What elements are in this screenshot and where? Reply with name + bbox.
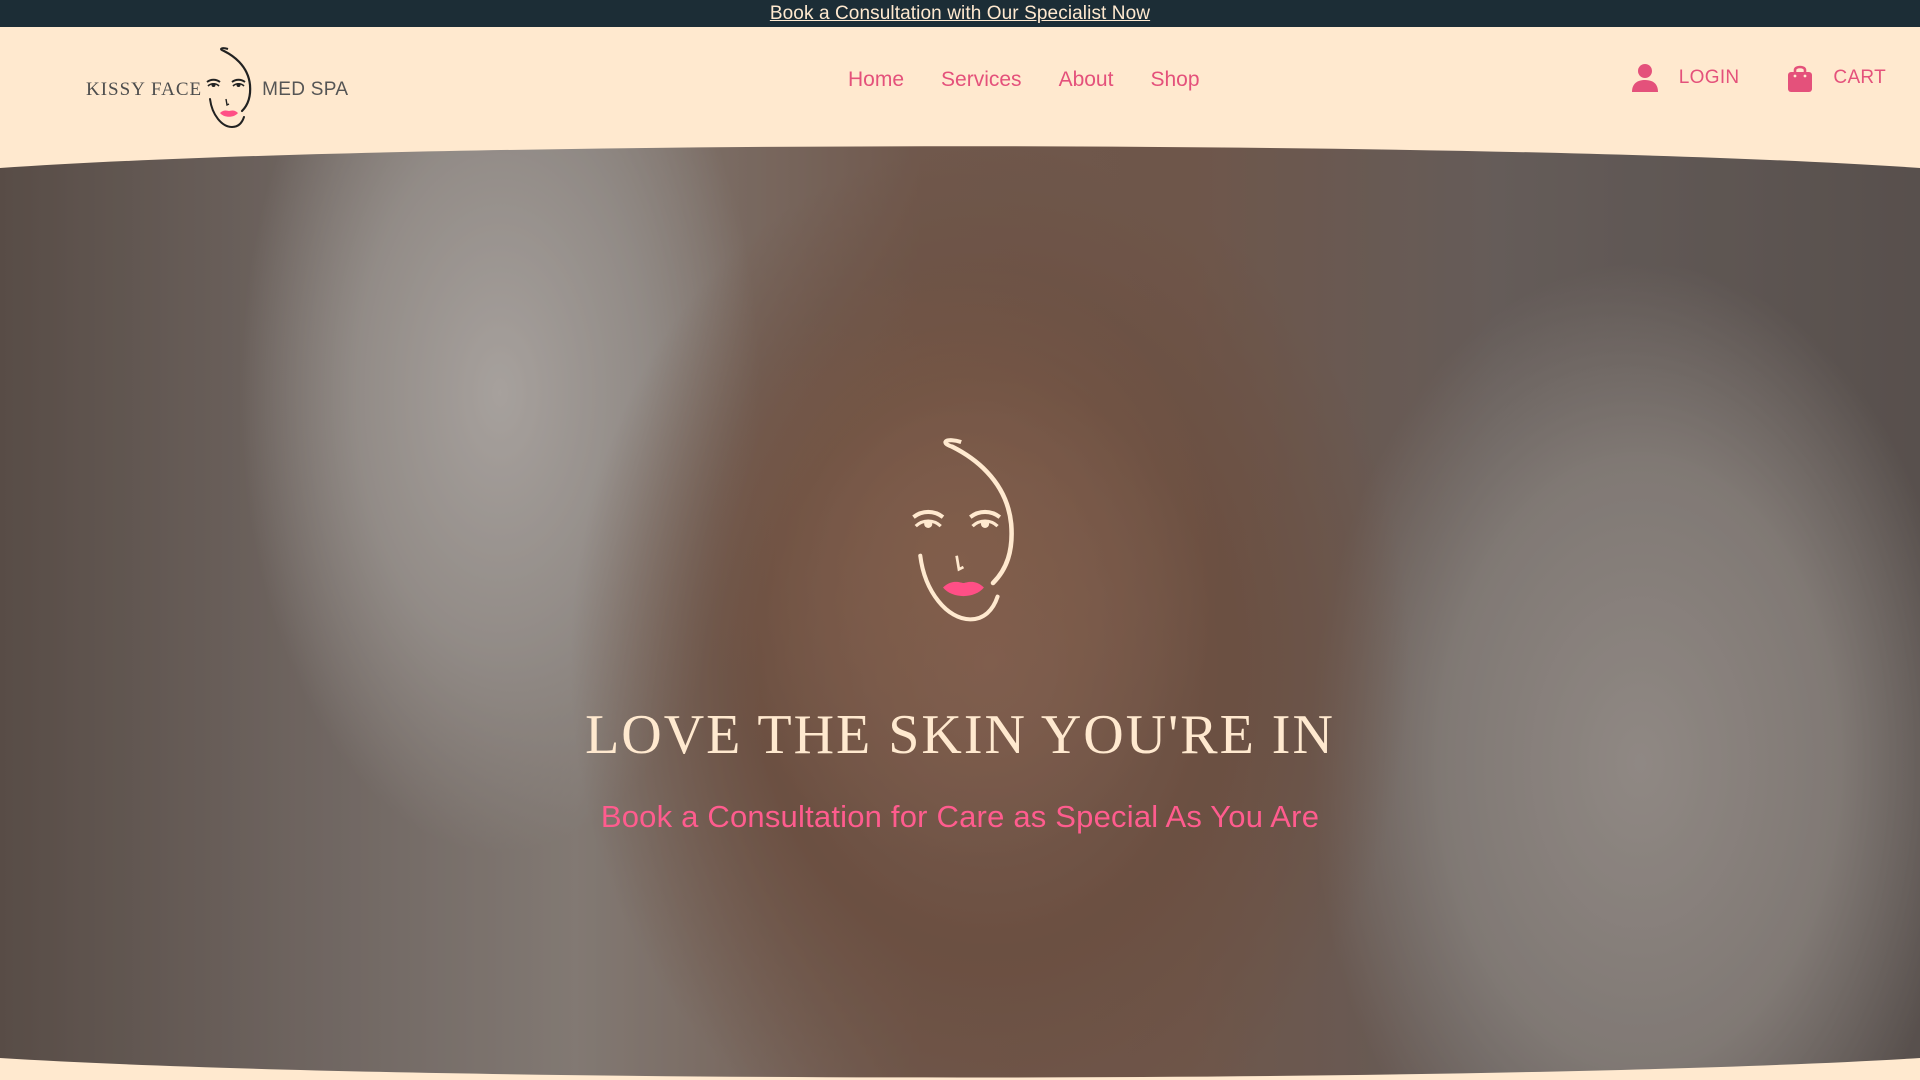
- hero-banner: LOVE THE SKIN YOU'RE IN Book a Consultat…: [0, 143, 1920, 1080]
- login-button[interactable]: LOGIN: [1631, 63, 1740, 93]
- hero-top-curve: [0, 143, 1920, 168]
- hero-bottom-curve: [0, 1058, 1920, 1080]
- logo-text-left: KISSY FACE: [86, 79, 203, 100]
- utility-nav: LOGIN CART: [1631, 63, 1886, 93]
- hero-title: LOVE THE SKIN YOU'RE IN: [585, 704, 1335, 766]
- logo-text-right: MED SPA: [262, 79, 349, 100]
- site-logo[interactable]: KISSY FACE MED SPA: [86, 41, 348, 137]
- hero-subtitle[interactable]: Book a Consultation for Care as Special …: [0, 799, 1920, 835]
- nav-services[interactable]: Services: [941, 68, 1022, 92]
- cart-label: CART: [1833, 67, 1886, 88]
- shopping-bag-icon: [1788, 65, 1813, 92]
- cart-button[interactable]: CART: [1787, 63, 1886, 93]
- consultation-link[interactable]: Book a Consultation with Our Specialist …: [770, 3, 1150, 25]
- site-header: KISSY FACE MED SPA Home Services About S…: [0, 27, 1920, 147]
- face-line-art-icon: [912, 438, 1014, 622]
- nav-about[interactable]: About: [1059, 68, 1114, 92]
- face-line-art-icon: [206, 47, 252, 129]
- nav-shop[interactable]: Shop: [1150, 68, 1199, 92]
- login-label: LOGIN: [1678, 67, 1740, 88]
- announcement-bar: Book a Consultation with Our Specialist …: [0, 0, 1920, 27]
- user-icon: [1631, 64, 1658, 92]
- main-nav: Home Services About Shop: [848, 68, 1200, 92]
- nav-home[interactable]: Home: [848, 68, 904, 92]
